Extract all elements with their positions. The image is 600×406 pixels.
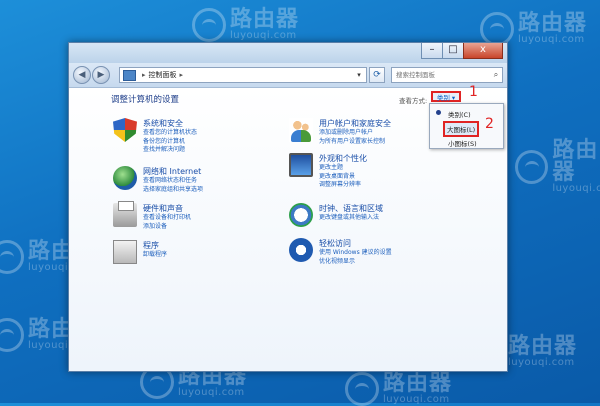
category-appearance: 外观和个性化 更改主题 更改桌面背景 调整屏幕分辨率 — [289, 153, 367, 190]
close-button[interactable]: x — [463, 43, 503, 59]
watermark: 路由器luyouqi.com — [345, 372, 452, 406]
callout-number-2: 2 — [485, 116, 494, 132]
watermark-url: luyouqi.com — [508, 357, 575, 368]
category-hardware-sound: 硬件和声音 查看设备和打印机 添加设备 — [113, 201, 191, 232]
back-button[interactable]: ◀ — [73, 66, 91, 84]
category-title[interactable]: 时钟、语言和区域 — [319, 203, 383, 214]
watermark-brand: 路由器 — [508, 334, 578, 359]
refresh-button[interactable]: ⟳ — [369, 67, 385, 83]
watermark: 路由器luyouqi.com — [480, 12, 587, 46]
category-link[interactable]: 使用 Windows 建议的设置 — [319, 249, 392, 258]
category-title[interactable]: 硬件和声音 — [143, 203, 191, 214]
router-logo-icon — [192, 8, 226, 42]
router-logo-icon — [0, 240, 24, 274]
callout-number-1: 1 — [469, 84, 478, 100]
breadcrumb-separator[interactable]: ▸ — [180, 71, 184, 79]
forward-button[interactable]: ▶ — [92, 66, 110, 84]
category-title[interactable]: 用户帐户和家庭安全 — [319, 118, 391, 129]
watermark-brand: 路由器 — [230, 7, 300, 32]
page-title: 调整计算机的设置 — [111, 95, 180, 105]
category-title[interactable]: 轻松访问 — [319, 238, 392, 249]
watermark: 路由器luyouqi.com — [192, 8, 299, 42]
category-link[interactable]: 查看设备和打印机 — [143, 214, 191, 223]
watermark-brand: 路由器 — [552, 138, 599, 185]
watermark-url: luyouqi.com — [383, 394, 450, 405]
category-link[interactable]: 添加设备 — [143, 223, 191, 232]
watermark: 路由器luyouqi.com — [515, 140, 600, 194]
category-title[interactable]: 程序 — [143, 240, 167, 251]
category-link[interactable]: 选择家庭组和共享选项 — [143, 186, 203, 195]
search-box[interactable]: ⌕ — [391, 67, 503, 83]
accessibility-icon[interactable] — [289, 238, 313, 262]
category-ease-of-access: 轻松访问 使用 Windows 建议的设置 优化视频显示 — [289, 238, 392, 266]
category-network-internet: 网络和 Internet 查看网络状态和任务 选择家庭组和共享选项 — [113, 166, 203, 194]
category-link[interactable]: 更改桌面背景 — [319, 173, 367, 182]
category-title[interactable]: 系统和安全 — [143, 118, 197, 129]
view-by-label: 查看方式: — [399, 97, 428, 105]
radio-selected-icon — [436, 110, 441, 115]
router-logo-icon — [0, 318, 24, 352]
chevron-down-icon[interactable]: ▾ — [352, 71, 366, 79]
control-panel-window: – □ x ◀ ▶ ▸ 控制面板 ▸ ▾ ⟳ ⌕ 调整计算机的设置 查看方式: … — [68, 42, 508, 372]
category-link[interactable]: 添加或删除用户帐户 — [319, 129, 391, 138]
maximize-button[interactable]: □ — [442, 43, 464, 59]
category-link[interactable]: 查找并解决问题 — [143, 146, 197, 155]
title-bar[interactable]: – □ x — [69, 43, 507, 63]
watermark-url: luyouqi.com — [552, 183, 600, 194]
watermark-url: luyouqi.com — [178, 387, 245, 398]
programs-icon[interactable] — [113, 240, 137, 264]
minimize-button[interactable]: – — [421, 43, 443, 59]
category-link[interactable]: 查看您的计算机状态 — [143, 129, 197, 138]
category-clock-language-region: 时钟、语言和区域 更改键盘或其他输入法 — [289, 203, 383, 227]
breadcrumb-control-panel[interactable]: 控制面板 — [149, 70, 177, 80]
monitor-icon[interactable] — [289, 153, 313, 177]
search-input[interactable] — [396, 71, 490, 79]
category-link[interactable]: 卸载程序 — [143, 251, 167, 260]
router-logo-icon — [515, 150, 549, 184]
control-panel-icon — [123, 69, 136, 81]
category-link[interactable]: 调整屏幕分辨率 — [319, 181, 367, 190]
address-bar[interactable]: ▸ 控制面板 ▸ ▾ — [119, 67, 367, 83]
globe-icon[interactable] — [113, 166, 137, 190]
watermark-url: luyouqi.com — [518, 34, 585, 45]
watermark-brand: 路由器 — [383, 371, 453, 396]
view-by-dropdown[interactable]: 类别 ▾ — [431, 91, 461, 102]
category-user-accounts: 用户帐户和家庭安全 添加或删除用户帐户 为所有用户设置家长控制 — [289, 118, 391, 146]
clock-icon[interactable] — [289, 203, 313, 227]
printer-icon[interactable] — [113, 201, 137, 227]
category-link[interactable]: 更改键盘或其他输入法 — [319, 214, 383, 223]
category-link[interactable]: 优化视频显示 — [319, 258, 392, 267]
watermark-brand: 路由器 — [518, 11, 588, 36]
category-title[interactable]: 外观和个性化 — [319, 153, 367, 164]
category-link[interactable]: 更改主题 — [319, 164, 367, 173]
breadcrumb-separator[interactable]: ▸ — [142, 71, 146, 79]
navigation-bar: ◀ ▶ ▸ 控制面板 ▸ ▾ ⟳ ⌕ — [69, 63, 507, 88]
watermark-url: luyouqi.com — [230, 30, 297, 41]
shield-icon[interactable] — [113, 118, 137, 142]
content-area: 调整计算机的设置 查看方式: 类别 ▾ 1 类别(C) 大图标(L) 小图标(S… — [69, 84, 507, 371]
users-icon[interactable] — [289, 118, 313, 142]
category-programs: 程序 卸载程序 — [113, 240, 167, 264]
router-logo-icon — [480, 12, 514, 46]
search-icon[interactable]: ⌕ — [490, 70, 502, 80]
category-title[interactable]: 网络和 Internet — [143, 166, 203, 177]
menu-item-small-icons[interactable]: 小图标(S) — [430, 136, 503, 148]
router-logo-icon — [345, 372, 379, 406]
category-link[interactable]: 备份您的计算机 — [143, 138, 197, 147]
category-link[interactable]: 为所有用户设置家长控制 — [319, 138, 391, 147]
category-link[interactable]: 查看网络状态和任务 — [143, 177, 203, 186]
category-system-security: 系统和安全 查看您的计算机状态 备份您的计算机 查找并解决问题 — [113, 118, 197, 155]
